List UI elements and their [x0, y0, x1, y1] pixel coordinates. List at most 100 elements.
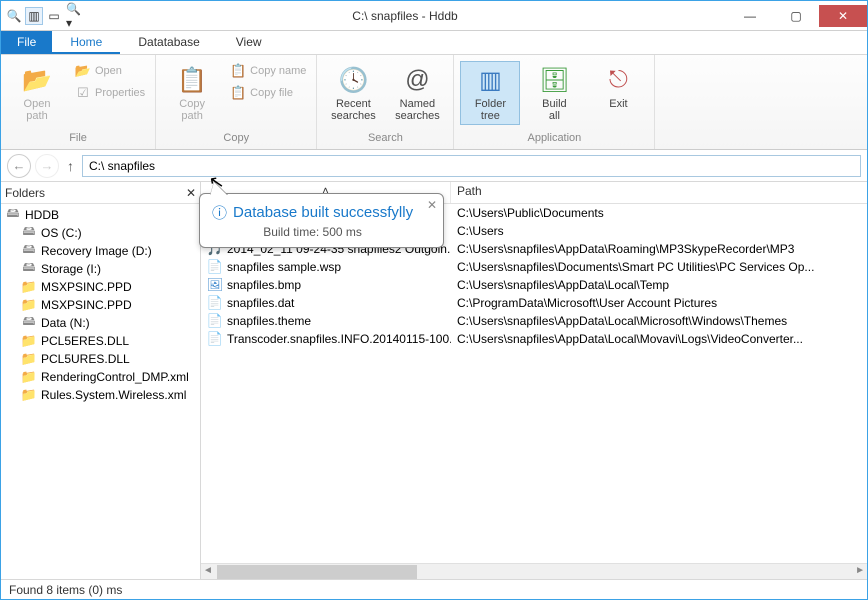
- exit-button[interactable]: ⎋ Exit: [588, 61, 648, 113]
- copy-name-button[interactable]: 📋Copy name: [226, 61, 310, 81]
- named-icon: @: [401, 64, 433, 96]
- file-name: snapfiles.theme: [227, 314, 311, 328]
- file-name: snapfiles.bmp: [227, 278, 301, 292]
- folder-tree-icon: ▥: [474, 64, 506, 96]
- file-path: C:\Users\snapfiles\AppData\Local\Microso…: [451, 314, 867, 328]
- scrollbar-thumb[interactable]: [217, 565, 417, 579]
- status-text: Found 8 items (0) ms: [9, 583, 122, 597]
- forward-button[interactable]: →: [35, 154, 59, 178]
- tree-item-label: OS (C:): [41, 226, 82, 240]
- tab-file[interactable]: File: [1, 31, 52, 54]
- build-all-button[interactable]: 🗄 Build all: [524, 61, 584, 125]
- img-icon: 🖼: [207, 277, 223, 293]
- folder-icon: 📁: [21, 297, 37, 313]
- build-icon: 🗄: [538, 64, 570, 96]
- file-name: snapfiles sample.wsp: [227, 260, 341, 274]
- list-row[interactable]: 📄snapfiles.datC:\ProgramData\Microsoft\U…: [201, 294, 867, 312]
- properties-icon: ☑: [75, 85, 91, 101]
- search-small-icon[interactable]: 🔍▾: [65, 7, 83, 25]
- address-bar[interactable]: C:\ snapfiles: [82, 155, 861, 177]
- tab-database[interactable]: Datatabase: [120, 31, 217, 54]
- disk-icon: 🖴: [21, 261, 37, 277]
- close-button[interactable]: ✕: [819, 5, 867, 27]
- folder-tree-button[interactable]: ▥ Folder tree: [460, 61, 520, 125]
- folder-tree[interactable]: 🖴HDDB🖴OS (C:)🖴Recovery Image (D:)🖴Storag…: [1, 204, 200, 579]
- file-path: C:\Users\snapfiles\AppData\Local\Temp: [451, 278, 867, 292]
- file-name: Transcoder.snapfiles.INFO.20140115-100..…: [227, 332, 451, 346]
- tree-item-label: Data (N:): [41, 316, 90, 330]
- back-button[interactable]: ←: [7, 154, 31, 178]
- tree-item-label: PCL5URES.DLL: [41, 352, 130, 366]
- copy-path-button[interactable]: 📋 Copy path: [162, 61, 222, 125]
- tree-item-label: PCL5ERES.DLL: [41, 334, 129, 348]
- close-pane-icon[interactable]: ✕: [186, 186, 196, 200]
- panel-icon[interactable]: ▥: [25, 7, 43, 25]
- tree-item-label: MSXPSINC.PPD: [41, 280, 132, 294]
- copy-path-icon: 📋: [176, 64, 208, 96]
- search-icon[interactable]: 🔍: [5, 7, 23, 25]
- doc-icon: 📄: [207, 295, 223, 311]
- exit-icon: ⎋: [602, 64, 634, 96]
- tree-item-label: MSXPSINC.PPD: [41, 298, 132, 312]
- folders-header: Folders ✕: [1, 182, 200, 204]
- group-label-file: File: [7, 132, 149, 147]
- tree-item-label: Storage (I:): [41, 262, 101, 276]
- tree-item-label: HDDB: [25, 208, 59, 222]
- tab-view[interactable]: View: [218, 31, 280, 54]
- open-icon: 📂: [75, 63, 91, 79]
- window-icon[interactable]: ▭: [45, 7, 63, 25]
- tree-item[interactable]: 🖴 Storage (I:): [1, 260, 200, 278]
- list-body[interactable]: 📁C:\Users\Public\Documents📁C:\Users🎵2014…: [201, 204, 867, 563]
- horizontal-scrollbar[interactable]: [201, 563, 867, 579]
- properties-button[interactable]: ☑Properties: [71, 83, 149, 103]
- window-title: C:\ snapfiles - Hddb: [83, 9, 727, 23]
- list-row[interactable]: 📄snapfiles sample.wspC:\Users\snapfiles\…: [201, 258, 867, 276]
- maximize-button[interactable]: ▢: [773, 5, 819, 27]
- copy-name-icon: 📋: [230, 63, 246, 79]
- info-icon: ⓘ: [212, 202, 227, 223]
- notification-toast: ✕ ⓘDatabase built successfylly Build tim…: [199, 193, 444, 248]
- file-name: snapfiles.dat: [227, 296, 294, 310]
- open-path-button[interactable]: 📂 Open path: [7, 61, 67, 125]
- file-path: C:\Users\snapfiles\AppData\Local\Movavi\…: [451, 332, 867, 346]
- tree-item-label: Rules.System.Wireless.xml: [41, 388, 186, 402]
- copy-file-button[interactable]: 📋Copy file: [226, 83, 310, 103]
- column-path[interactable]: Path: [451, 182, 867, 203]
- group-label-copy: Copy: [162, 132, 310, 147]
- named-searches-button[interactable]: @ Named searches: [387, 61, 447, 125]
- folder-icon: 📁: [21, 387, 37, 403]
- doc-icon: 📄: [207, 313, 223, 329]
- tree-item[interactable]: 🖴Data (N:): [1, 314, 200, 332]
- copy-file-icon: 📋: [230, 85, 246, 101]
- ribbon-tabs: File Home Datatabase View: [1, 31, 867, 55]
- list-row[interactable]: 📄Transcoder.snapfiles.INFO.20140115-100.…: [201, 330, 867, 348]
- disk-icon: 🖴: [5, 207, 21, 223]
- file-path: C:\Users: [451, 224, 867, 238]
- tree-item[interactable]: 📁 RenderingControl_DMP.xml: [1, 368, 200, 386]
- recent-searches-button[interactable]: 🕓 Recent searches: [323, 61, 383, 125]
- recent-icon: 🕓: [337, 64, 369, 96]
- open-button[interactable]: 📂Open: [71, 61, 149, 81]
- group-label-search: Search: [323, 132, 447, 147]
- file-path: C:\Users\Public\Documents: [451, 206, 867, 220]
- up-button[interactable]: ↑: [63, 158, 78, 174]
- doc-icon: 📄: [207, 259, 223, 275]
- tree-item[interactable]: 📁 Rules.System.Wireless.xml: [1, 386, 200, 404]
- folder-icon: 📁: [21, 369, 37, 385]
- file-path: C:\Users\snapfiles\AppData\Roaming\MP3Sk…: [451, 242, 867, 256]
- tab-home[interactable]: Home: [52, 31, 120, 54]
- navbar: ← → ↑ C:\ snapfiles: [1, 150, 867, 182]
- folder-icon: 📁: [21, 333, 37, 349]
- list-row[interactable]: 📄 snapfiles.theme C:\Users\snapfiles\AppDa…: [201, 312, 867, 330]
- tree-item-label: RenderingControl_DMP.xml: [41, 370, 189, 384]
- group-label-app: Application: [460, 132, 648, 147]
- minimize-button[interactable]: —: [727, 5, 773, 27]
- disk-icon: 🖴: [21, 243, 37, 259]
- ribbon: 📂 Open path 📂Open ☑Properties File 📋 Cop…: [1, 55, 867, 150]
- list-row[interactable]: 🖼 snapfiles.bmp C:\Users\snapfiles\AppData…: [201, 276, 867, 294]
- tree-item[interactable]: 📁 PCL5ERES.DLL: [1, 332, 200, 350]
- tree-item[interactable]: 📁MSXPSINC.PPD: [1, 278, 200, 296]
- statusbar: Found 8 items (0) ms: [1, 579, 867, 599]
- toast-close-button[interactable]: ✕: [427, 198, 437, 212]
- tree-item[interactable]: 📁PCL5URES.DLL: [1, 350, 200, 368]
